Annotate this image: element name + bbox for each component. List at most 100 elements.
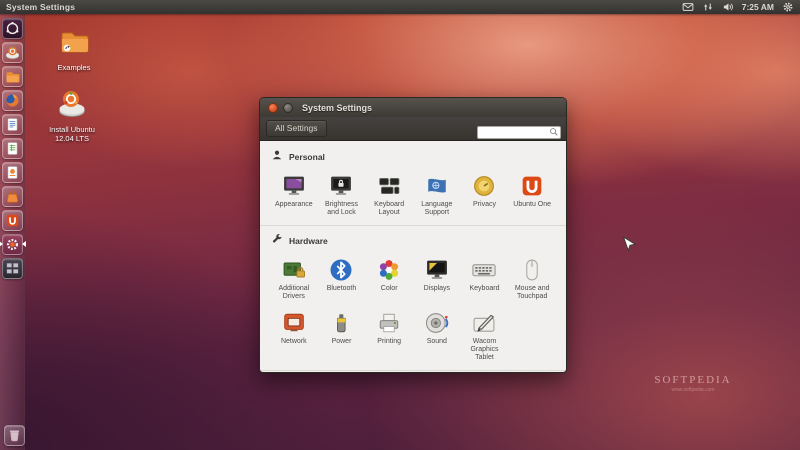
- settings-item-printing[interactable]: Printing: [365, 306, 413, 364]
- desktop-icon-label: Examples: [57, 63, 91, 72]
- settings-item-bluetooth[interactable]: Bluetooth: [318, 253, 366, 303]
- settings-item-power[interactable]: Power: [318, 306, 366, 364]
- close-button[interactable]: [268, 102, 278, 113]
- personal-icon: [271, 148, 283, 166]
- settings-item-label: Color: [380, 285, 398, 293]
- network-icon[interactable]: [702, 1, 715, 14]
- mouse-cursor: [622, 235, 637, 254]
- brightness-lock-icon: [327, 171, 356, 200]
- settings-item-keyboard[interactable]: Keyboard: [461, 253, 509, 303]
- settings-item-label: Additional Drivers: [278, 285, 310, 301]
- launcher-item-install-ubuntu[interactable]: [0, 40, 25, 64]
- launcher-item-libreoffice-impress[interactable]: [0, 160, 25, 184]
- section-header: Personal: [271, 148, 566, 166]
- launcher-item-system-settings[interactable]: [0, 232, 26, 256]
- additional-drivers-icon: [279, 255, 308, 284]
- search-box: [477, 122, 561, 139]
- launcher-item-ubuntu-one[interactable]: [0, 208, 25, 232]
- launcher-item-libreoffice-writer[interactable]: [0, 112, 25, 136]
- launcher-item-workspace-switcher[interactable]: [0, 256, 25, 280]
- software-center-icon: [1, 185, 23, 207]
- watermark: SOFTPEDIA www.softpedia.com: [648, 374, 738, 393]
- keyboard-layout-icon: [375, 171, 404, 200]
- settings-item-label: Mouse and Touchpad: [514, 285, 550, 301]
- install-disk-icon: [56, 87, 88, 124]
- displays-icon: [422, 255, 451, 284]
- settings-item-privacy[interactable]: Privacy: [461, 169, 509, 219]
- wacom-icon: [470, 308, 499, 337]
- settings-item-network[interactable]: Network: [270, 306, 318, 364]
- settings-item-displays[interactable]: Displays: [413, 253, 461, 303]
- settings-item-additional-drivers[interactable]: Additional Drivers: [270, 253, 318, 303]
- window-titlebar[interactable]: System Settings: [260, 98, 566, 117]
- watermark-url: www.softpedia.com: [671, 387, 715, 393]
- section-label: Hardware: [289, 236, 328, 247]
- printing-icon: [375, 308, 404, 337]
- settings-item-label: Privacy: [473, 201, 496, 208]
- settings-item-label: Displays: [423, 285, 451, 293]
- firefox-icon: [1, 89, 23, 111]
- panel-clock[interactable]: 7:25 AM: [742, 2, 774, 12]
- examples-folder-icon: [58, 25, 90, 62]
- launcher-item-libreoffice-calc[interactable]: [0, 136, 25, 160]
- settings-item-mouse[interactable]: Mouse and Touchpad: [508, 253, 556, 303]
- minimize-button[interactable]: [283, 102, 293, 113]
- launcher-item-software-center[interactable]: [0, 184, 25, 208]
- watermark-title: SOFTPEDIA: [654, 374, 732, 386]
- all-settings-button[interactable]: All Settings: [266, 120, 327, 137]
- settings-item-label: Power: [331, 338, 352, 346]
- launcher-item-home-folder[interactable]: [0, 64, 25, 88]
- settings-content: Personal Appearance Brightness and Lock Key…: [260, 141, 566, 372]
- libreoffice-impress-icon: [1, 161, 23, 183]
- settings-item-appearance[interactable]: Appearance: [270, 169, 318, 219]
- panel-app-title: System Settings: [6, 2, 76, 12]
- color-icon: [375, 255, 404, 284]
- ubuntu-one-icon: [1, 209, 23, 231]
- desktop-icon-examples-folder[interactable]: Examples: [42, 25, 106, 72]
- session-gear-icon[interactable]: [781, 1, 794, 14]
- settings-item-label: Keyboard: [469, 285, 500, 293]
- mouse-icon: [518, 255, 547, 284]
- home-folder-icon: [1, 65, 23, 87]
- settings-item-ubuntu-one[interactable]: Ubuntu One: [508, 169, 556, 219]
- launcher-item-trash[interactable]: [2, 423, 27, 447]
- settings-item-label: Wacom Graphics Tablet: [470, 338, 499, 362]
- settings-item-label: Printing: [377, 338, 402, 346]
- settings-item-label: Appearance: [274, 201, 313, 208]
- settings-item-label: Bluetooth: [326, 285, 357, 293]
- workspace-switcher-icon: [1, 257, 23, 279]
- settings-item-wacom[interactable]: Wacom Graphics Tablet: [461, 306, 509, 364]
- system-settings-window: System Settings All Settings Personal App…: [259, 97, 567, 373]
- settings-item-brightness-lock[interactable]: Brightness and Lock: [318, 169, 366, 219]
- trash-icon: [4, 424, 25, 446]
- settings-item-sound[interactable]: Sound: [413, 306, 461, 364]
- keyboard-icon: [470, 255, 499, 284]
- settings-item-label: Language Support: [421, 201, 453, 217]
- power-icon: [327, 308, 356, 337]
- libreoffice-writer-icon: [1, 113, 23, 135]
- dash-home-icon: [1, 17, 23, 39]
- section-header: Hardware: [271, 232, 566, 250]
- sound-icon: [422, 308, 451, 337]
- section-personal: Personal Appearance Brightness and Lock Key…: [260, 142, 566, 221]
- libreoffice-calc-icon: [1, 137, 23, 159]
- desktop-icon-label: Install Ubuntu 12.04 LTS: [49, 125, 95, 143]
- settings-item-keyboard-layout[interactable]: Keyboard Layout: [365, 169, 413, 219]
- hardware-icon: [271, 232, 283, 250]
- language-support-icon: [422, 171, 451, 200]
- mail-icon[interactable]: [682, 1, 695, 14]
- launcher-item-dash-home[interactable]: [0, 16, 25, 40]
- launcher-item-firefox[interactable]: [0, 88, 25, 112]
- section-label: Personal: [289, 152, 325, 162]
- appearance-icon: [279, 171, 308, 200]
- volume-icon[interactable]: [722, 1, 735, 14]
- unity-launcher: [0, 14, 27, 450]
- settings-item-color[interactable]: Color: [365, 253, 413, 303]
- privacy-icon: [470, 171, 499, 200]
- window-toolbar: All Settings: [260, 117, 566, 141]
- desktop-icon-install-disk[interactable]: Install Ubuntu 12.04 LTS: [40, 87, 104, 143]
- settings-item-language-support[interactable]: Language Support: [413, 169, 461, 219]
- settings-item-label: Keyboard Layout: [374, 201, 405, 217]
- settings-item-label: Sound: [426, 338, 447, 346]
- section-hardware: Hardware Additional Drivers Bluetooth Color…: [260, 225, 566, 366]
